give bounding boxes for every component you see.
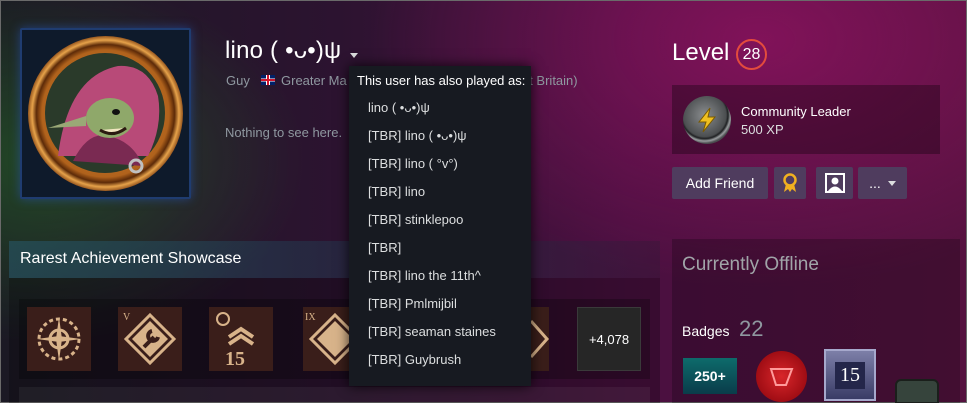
alias-item: [TBR] Guybrush	[368, 352, 462, 367]
uk-flag-icon	[261, 75, 275, 85]
add-friend-button[interactable]: Add Friend	[672, 167, 768, 199]
level-label: Level	[672, 39, 730, 66]
favorite-badge[interactable]: Community Leader 500 XP	[672, 85, 940, 154]
chevron-down-icon	[887, 180, 896, 186]
favorite-badge-name: Community Leader	[741, 104, 851, 119]
name-history-caret-icon[interactable]	[350, 53, 358, 58]
award-ribbon-icon	[783, 173, 797, 192]
achievement-wrench-diamond-icon[interactable]: V	[118, 307, 182, 371]
robot-badge-icon[interactable]	[895, 379, 939, 403]
badges-count[interactable]: 22	[739, 316, 763, 342]
alias-item: [TBR] lino ( •ᴗ•)ψ	[368, 128, 467, 143]
lightning-bolt-icon	[683, 96, 731, 144]
real-name: Guy	[226, 73, 250, 88]
more-achievements-button[interactable]: +4,078	[577, 307, 641, 371]
alias-dropdown-title: This user has also played as:	[357, 73, 526, 88]
svg-text:15: 15	[225, 348, 245, 370]
achievement-partial-icon[interactable]	[529, 307, 550, 371]
online-status: Currently Offline	[682, 254, 819, 275]
badges-label[interactable]: Badges	[682, 323, 729, 339]
level-15-badge-icon[interactable]: 15	[824, 349, 876, 401]
avatar[interactable]	[20, 28, 191, 199]
profile-summary: Nothing to see here.	[225, 125, 343, 140]
view-profile-button[interactable]	[816, 167, 853, 199]
persona-name[interactable]: lino ( •ᴗ•)ψ	[225, 37, 341, 65]
wax-seal-icon[interactable]	[756, 351, 807, 402]
award-button[interactable]	[774, 167, 806, 199]
alias-item: [TBR] Pmlmijbil	[368, 296, 457, 311]
years-badge-icon[interactable]: 250+	[683, 358, 737, 394]
showcase-bottom-strip	[19, 387, 650, 403]
showcase-title: Rarest Achievement Showcase	[9, 241, 660, 278]
level-badge[interactable]: 28	[736, 39, 767, 70]
avatar-goblin-image	[28, 36, 183, 191]
more-actions-button[interactable]: ...	[858, 167, 907, 199]
alias-item: [TBR] stinklepoo	[368, 212, 464, 227]
svg-text:IX: IX	[305, 312, 316, 323]
favorite-badge-xp: 500 XP	[741, 122, 784, 137]
alias-item: [TBR]	[368, 240, 402, 255]
alias-item: [TBR] lino ( °v°)	[368, 156, 458, 171]
alias-item: [TBR] seaman staines	[368, 324, 496, 339]
more-label: ...	[869, 175, 881, 191]
achievement-compass-wreath-icon[interactable]	[27, 307, 91, 371]
alias-item: [TBR] lino	[368, 184, 426, 199]
alias-item: lino ( •ᴗ•)ψ	[368, 100, 430, 115]
user-portrait-icon	[824, 173, 845, 193]
alias-history-dropdown: This user has also played as: lino ( •ᴗ•…	[349, 66, 531, 386]
years-badge-text: 250+	[694, 368, 726, 384]
svg-text:V: V	[123, 312, 131, 323]
alias-item: [TBR] lino the 11th^	[368, 268, 481, 283]
location-visible: Greater Ma	[281, 73, 347, 88]
achievement-rank-15-chevron-icon[interactable]: 15	[209, 307, 273, 371]
level-15-text: 15	[835, 361, 865, 389]
